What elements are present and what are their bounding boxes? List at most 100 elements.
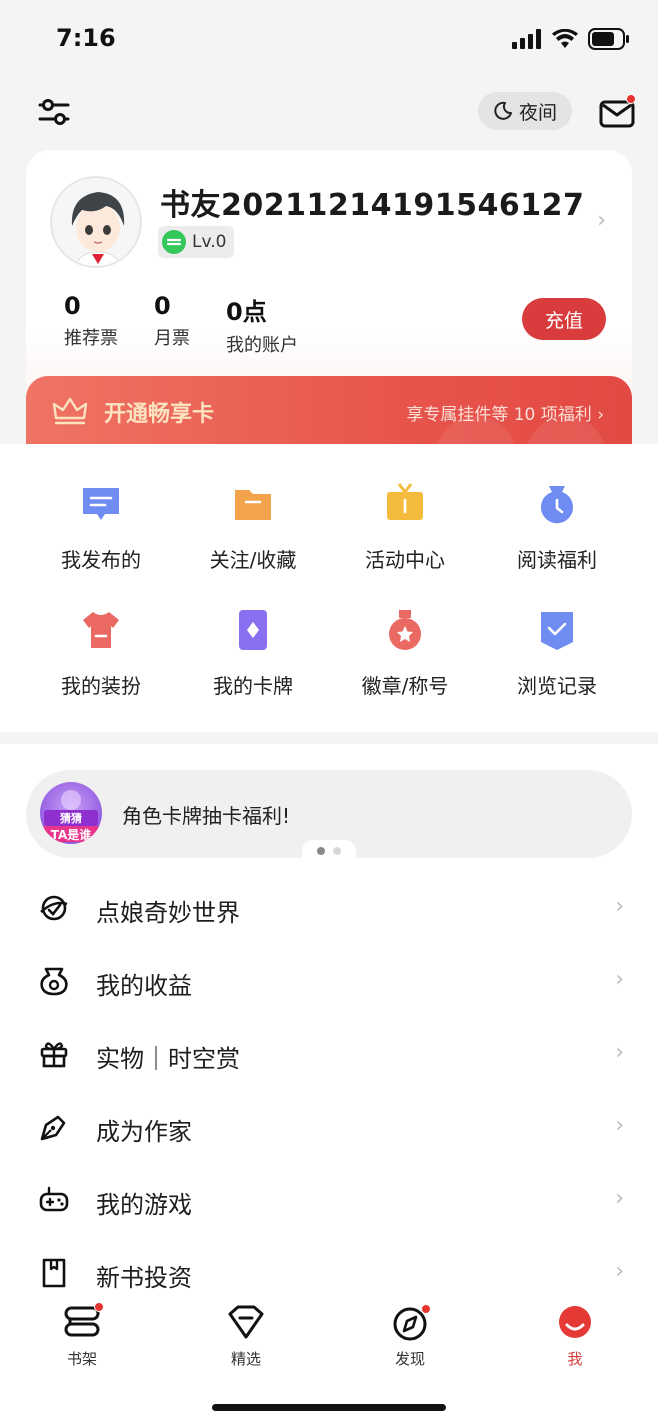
compass-icon bbox=[390, 1302, 431, 1342]
stat-label: 我的账户 bbox=[226, 335, 298, 356]
chevron-right-icon: › bbox=[615, 1259, 624, 1284]
carousel-dot-active bbox=[317, 847, 325, 855]
me-icon bbox=[555, 1302, 595, 1342]
stat-monthly-tickets[interactable]: 0 月票 bbox=[154, 292, 190, 350]
stat-label: 月票 bbox=[154, 328, 190, 349]
promo-avatar-line2: TA是谁 bbox=[51, 827, 92, 842]
promo-avatar: 猜猜 TA是谁 bbox=[40, 782, 102, 844]
world-icon bbox=[40, 895, 68, 921]
status-bar: 7:16 bbox=[0, 0, 658, 80]
money-bag-icon bbox=[40, 967, 68, 996]
chevron-right-icon: › bbox=[615, 967, 624, 992]
grid-item-activity-center[interactable]: 活动中心 bbox=[325, 482, 485, 573]
tab-me[interactable]: 我 bbox=[535, 1302, 615, 1369]
mail-icon[interactable] bbox=[598, 94, 636, 130]
avatar[interactable] bbox=[50, 176, 142, 268]
grid-label: 阅读福利 bbox=[517, 548, 597, 572]
tab-label: 我 bbox=[567, 1350, 583, 1368]
pen-icon bbox=[40, 1115, 66, 1141]
menu-item-physical-reward[interactable]: 实物｜时空赏 › bbox=[0, 1024, 658, 1084]
menu-item-become-writer[interactable]: 成为作家 › bbox=[0, 1097, 658, 1157]
bookmark-icon bbox=[42, 1258, 66, 1288]
menu-item-my-games[interactable]: 我的游戏 › bbox=[0, 1170, 658, 1230]
grid-item-my-posts[interactable]: 我发布的 bbox=[21, 482, 181, 573]
tab-label: 书架 bbox=[66, 1350, 97, 1368]
grid-label: 我的卡牌 bbox=[213, 674, 293, 698]
stat-label: 推荐票 bbox=[64, 328, 118, 349]
tab-label: 发现 bbox=[394, 1350, 425, 1368]
status-icons bbox=[512, 28, 630, 50]
stat-value: 0点 bbox=[226, 298, 267, 326]
status-time: 7:16 bbox=[56, 24, 116, 52]
menu-label: 成为作家 bbox=[96, 1118, 192, 1146]
username: 书友20211214191546127 bbox=[160, 188, 585, 223]
tab-discover[interactable]: 发现 bbox=[370, 1302, 450, 1369]
gift-box-icon bbox=[387, 483, 423, 520]
chat-bubble-icon bbox=[83, 488, 119, 520]
grid-item-browse-history[interactable]: 浏览记录 bbox=[477, 608, 637, 699]
bottom-tab-bar: 书架 精选 发现 我 bbox=[0, 1292, 658, 1424]
card-icon bbox=[239, 610, 267, 650]
grid-item-follow-collect[interactable]: 关注/收藏 bbox=[173, 482, 333, 573]
level-text: Lv.0 bbox=[192, 232, 227, 252]
settings-sliders-icon[interactable] bbox=[36, 94, 72, 130]
grid-label: 浏览记录 bbox=[517, 674, 597, 698]
feature-grid: 我发布的 关注/收藏 活动中心 阅读福利 我的装扮 我的卡牌 徽章/称号 浏览记… bbox=[0, 444, 658, 732]
gift-icon bbox=[40, 1042, 68, 1068]
night-mode-button[interactable]: 夜间 bbox=[478, 92, 572, 130]
diamond-icon bbox=[226, 1302, 266, 1342]
level-badge: Lv.0 bbox=[158, 226, 235, 258]
grid-label: 我发布的 bbox=[61, 548, 141, 572]
chevron-right-icon: › bbox=[615, 1113, 624, 1138]
clock-bag-icon bbox=[541, 486, 573, 524]
menu-label: 实物｜时空赏 bbox=[96, 1045, 240, 1073]
grid-item-badges-titles[interactable]: 徽章/称号 bbox=[325, 608, 485, 699]
stat-value: 0 bbox=[64, 292, 81, 320]
tab-bookshelf[interactable]: 书架 bbox=[42, 1302, 122, 1369]
stat-my-account[interactable]: 0点 我的账户 bbox=[226, 292, 298, 357]
chevron-right-icon: › bbox=[615, 1040, 624, 1065]
bookshelf-icon bbox=[62, 1302, 104, 1342]
menu-label: 新书投资 bbox=[96, 1264, 192, 1292]
stat-recommend-tickets[interactable]: 0 推荐票 bbox=[64, 292, 118, 350]
grid-item-my-cards[interactable]: 我的卡牌 bbox=[173, 608, 333, 699]
grid-item-my-outfit[interactable]: 我的装扮 bbox=[21, 608, 181, 699]
carousel-dot bbox=[333, 847, 341, 855]
recharge-button[interactable]: 充值 bbox=[522, 298, 606, 340]
home-indicator[interactable] bbox=[212, 1404, 446, 1411]
chevron-right-icon: › bbox=[615, 894, 624, 919]
medal-icon bbox=[389, 610, 421, 650]
tab-featured[interactable]: 精选 bbox=[206, 1302, 286, 1369]
vip-card-banner[interactable]: 开通畅享卡 享专属挂件等 10 项福利 › bbox=[26, 376, 632, 446]
profile-chevron-right-icon[interactable]: › bbox=[597, 208, 606, 233]
grid-label: 我的装扮 bbox=[61, 674, 141, 698]
vip-title: 开通畅享卡 bbox=[104, 402, 215, 427]
vip-decoration bbox=[437, 416, 605, 446]
grid-label: 徽章/称号 bbox=[361, 674, 449, 698]
menu-item-wonder-world[interactable]: 点娘奇妙世界 › bbox=[0, 878, 658, 938]
battery-icon bbox=[588, 28, 629, 50]
grid-item-reading-benefits[interactable]: 阅读福利 bbox=[477, 482, 637, 573]
grid-label: 活动中心 bbox=[365, 548, 445, 572]
lower-panel: 猜猜 TA是谁 角色卡牌抽卡福利! 点娘奇妙世界 › 我的收益 › 实物｜时空赏… bbox=[0, 744, 658, 1304]
menu-label: 我的游戏 bbox=[96, 1191, 192, 1219]
mail-notification-dot bbox=[626, 94, 636, 104]
chevron-right-icon: › bbox=[615, 1186, 624, 1211]
moon-icon bbox=[494, 101, 512, 120]
wifi-icon bbox=[552, 29, 578, 48]
grid-label: 关注/收藏 bbox=[209, 548, 297, 572]
night-mode-label: 夜间 bbox=[518, 101, 557, 124]
top-bar: 夜间 bbox=[0, 86, 658, 138]
gamepad-icon bbox=[39, 1186, 69, 1212]
tab-notification-dot bbox=[421, 1304, 431, 1314]
level-leaf-icon bbox=[162, 230, 186, 254]
tab-notification-dot bbox=[94, 1302, 104, 1312]
stat-value: 0 bbox=[154, 292, 171, 320]
history-icon bbox=[541, 612, 573, 650]
carousel-dots bbox=[302, 840, 356, 862]
menu-item-my-earnings[interactable]: 我的收益 › bbox=[0, 951, 658, 1011]
signal-icon bbox=[512, 29, 541, 49]
crown-icon bbox=[52, 397, 88, 425]
menu-label: 我的收益 bbox=[96, 972, 192, 1000]
promo-text: 角色卡牌抽卡福利! bbox=[122, 804, 291, 828]
